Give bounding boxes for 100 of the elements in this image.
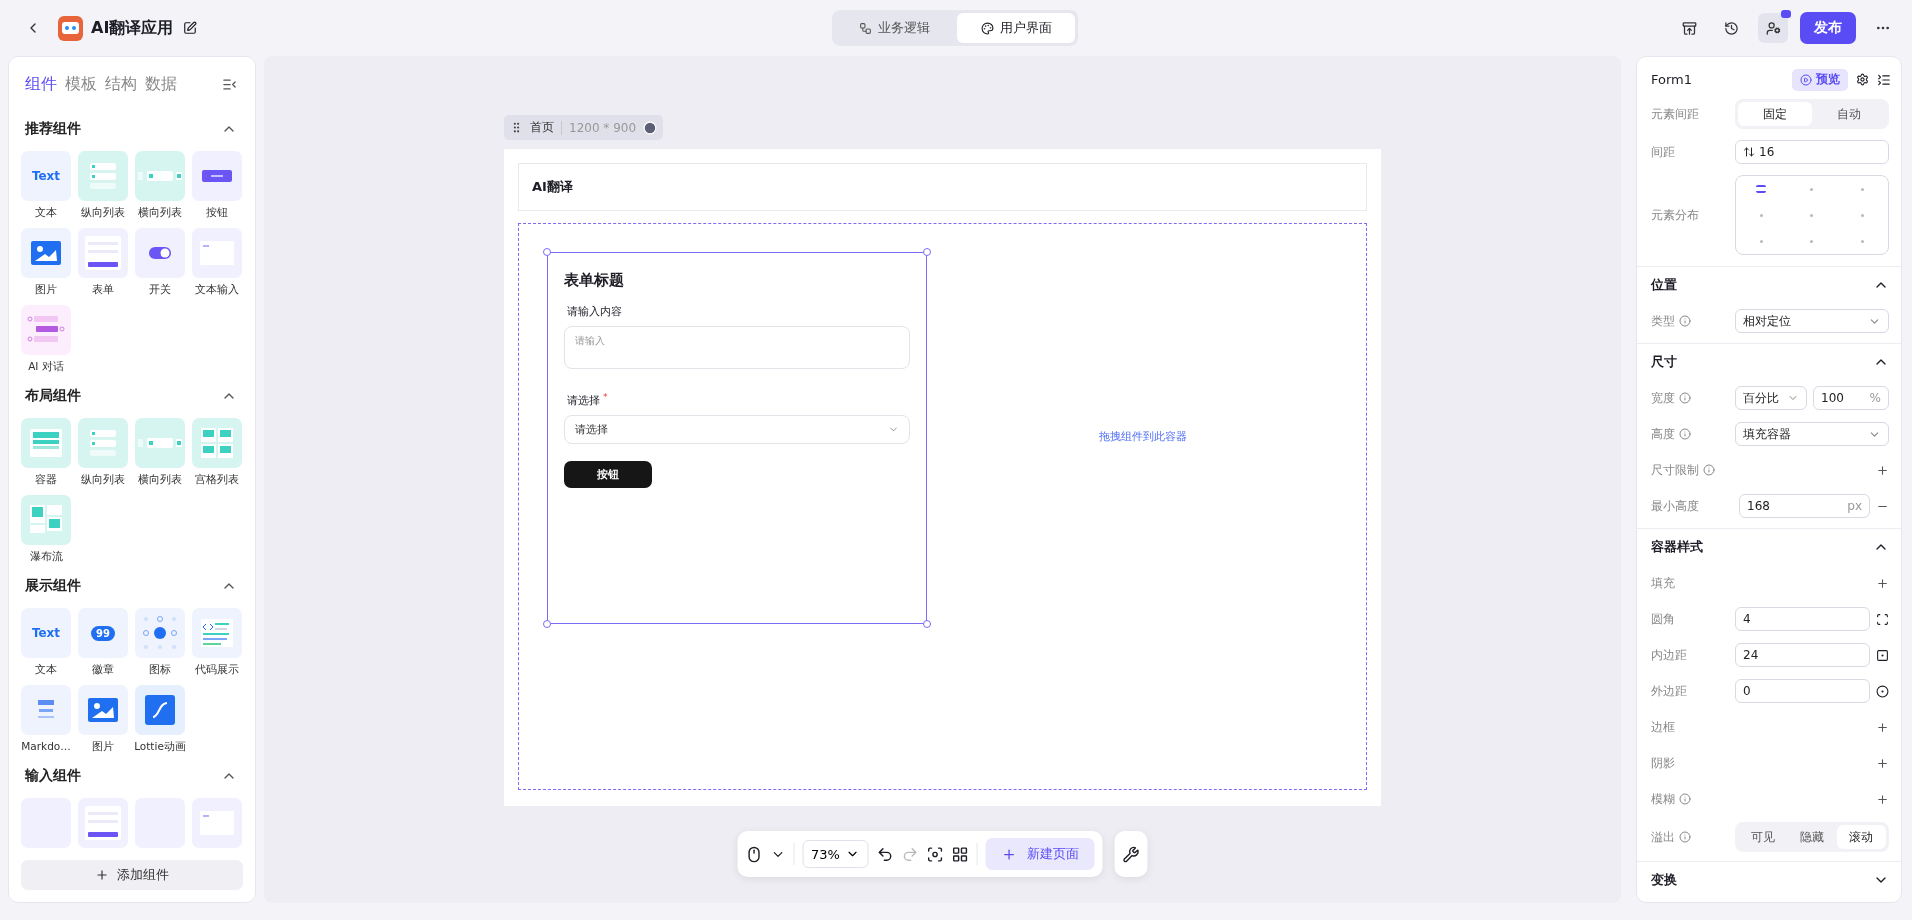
user-gear-icon (1765, 20, 1781, 36)
number-input[interactable]: 4 (1735, 607, 1870, 631)
play-icon[interactable] (643, 120, 658, 135)
component-thumbnail[interactable]: 99 (78, 608, 128, 658)
segment-option[interactable]: 隐藏 (1787, 825, 1837, 849)
wrench-icon[interactable] (1122, 845, 1140, 863)
component-thumbnail[interactable] (21, 418, 71, 468)
property-label: 内边距 (1651, 646, 1687, 664)
new-page-button[interactable]: 新建页面 (985, 838, 1095, 870)
component-label: 图片 (35, 283, 57, 297)
notification-badge (1781, 10, 1791, 18)
corners-icon[interactable] (1876, 612, 1889, 626)
component-thumbnail[interactable] (192, 228, 242, 278)
component-label: 开关 (149, 283, 171, 297)
form-button[interactable]: 按钮 (564, 461, 652, 488)
curve-icon (145, 695, 175, 725)
property-label: 圆角 (1651, 610, 1675, 628)
number-input[interactable]: 24 (1735, 643, 1870, 667)
component-thumbnail[interactable] (192, 608, 242, 658)
add-icon[interactable] (1876, 463, 1889, 477)
component-thumbnail[interactable] (135, 685, 185, 735)
tools-button[interactable] (1114, 831, 1148, 877)
fit-screen-icon[interactable] (926, 845, 944, 863)
component-thumbnail[interactable] (135, 418, 185, 468)
property-label: 类型 (1651, 312, 1675, 330)
component-thumbnail[interactable] (192, 798, 242, 848)
settings-icon[interactable] (1856, 73, 1869, 86)
form-thumbnail-icon (85, 806, 121, 840)
select-field[interactable]: 填充容器 (1735, 422, 1889, 446)
property-label: 元素间距 (1651, 105, 1699, 123)
component-thumbnail[interactable] (135, 608, 185, 658)
mode-tab[interactable]: 业务逻辑 (835, 13, 953, 43)
zoom-select[interactable]: 73% (802, 840, 869, 868)
component-thumbnail[interactable] (78, 228, 128, 278)
page-name: 首页 (530, 119, 554, 136)
spacing-icon (1743, 146, 1755, 158)
segment-option[interactable]: 滚动 (1836, 825, 1886, 849)
property-label: 宽度 (1651, 389, 1675, 407)
component-thumbnail[interactable] (78, 685, 128, 735)
resize-handle[interactable] (543, 620, 551, 628)
list-thumbnail-icon (87, 427, 119, 459)
component-thumbnail[interactable] (21, 685, 71, 735)
add-icon[interactable] (1876, 720, 1889, 734)
collaborators-button[interactable] (1758, 13, 1788, 43)
component-thumbnail[interactable]: Text (21, 608, 71, 658)
component-thumbnail[interactable] (21, 305, 71, 355)
form-title: 表单标题 (564, 271, 625, 290)
panel-tab[interactable]: 数据 (145, 73, 177, 95)
margin-icon[interactable] (1876, 684, 1889, 698)
spacing-input[interactable]: 16 (1735, 140, 1889, 164)
archive-icon (1681, 20, 1697, 36)
add-icon[interactable] (1876, 576, 1889, 590)
select-field[interactable]: 百分比 (1735, 386, 1807, 410)
segment-option[interactable]: 自动 (1812, 102, 1886, 126)
component-label: 图标 (149, 663, 171, 677)
add-icon[interactable] (1876, 792, 1889, 806)
select-field[interactable]: 请选择 (564, 415, 910, 444)
app-title: AI翻译应用 (91, 17, 174, 39)
panel-tab[interactable]: 结构 (105, 73, 137, 95)
select-field[interactable]: 相对定位 (1735, 309, 1889, 333)
segment-option[interactable]: 可见 (1738, 825, 1788, 849)
component-thumbnail[interactable] (192, 151, 242, 201)
add-component-button[interactable]: 添加组件 (21, 860, 243, 890)
component-thumbnail[interactable] (78, 798, 128, 848)
play-icon (1800, 73, 1812, 86)
publish-button[interactable]: 发布 (1800, 12, 1856, 44)
property-label: 边框 (1651, 718, 1675, 736)
component-thumbnail[interactable] (21, 228, 71, 278)
add-icon[interactable] (1876, 756, 1889, 770)
component-thumbnail[interactable]: Text (21, 151, 71, 201)
component-thumbnail[interactable] (135, 228, 185, 278)
segment-option[interactable]: 固定 (1738, 102, 1812, 126)
preview-button[interactable]: 预览 (1792, 68, 1848, 91)
panel-tab[interactable]: 组件 (25, 73, 57, 95)
resize-handle[interactable] (923, 620, 931, 628)
mode-tab[interactable]: 用户界面 (957, 13, 1075, 43)
edit-icon[interactable] (183, 21, 198, 35)
panel-tab[interactable]: 模板 (65, 73, 97, 95)
input-thumbnail-icon (200, 811, 234, 835)
collapse-panel-icon[interactable] (222, 76, 237, 92)
undo-icon[interactable] (876, 845, 894, 863)
property-label: 最小高度 (1651, 497, 1699, 515)
component-label: 横向列表 (138, 473, 182, 487)
number-input[interactable]: 168 px (1739, 494, 1870, 518)
padding-icon[interactable] (1876, 648, 1889, 662)
component-thumbnail[interactable] (78, 418, 128, 468)
grid-icon[interactable] (951, 845, 969, 863)
resize-handle[interactable] (923, 248, 931, 256)
form-thumbnail-icon (85, 236, 121, 270)
number-input[interactable]: 100 % (1813, 386, 1889, 410)
expand-panel-icon[interactable] (1877, 72, 1891, 87)
page-chip[interactable]: 首页 1200 * 900 (504, 115, 664, 140)
component-thumbnail[interactable] (192, 418, 242, 468)
section-title: 布局组件 (25, 387, 81, 405)
component-thumbnail[interactable] (21, 495, 71, 545)
component-thumbnail[interactable] (135, 151, 185, 201)
resize-handle[interactable] (543, 248, 551, 256)
component-thumbnail[interactable] (78, 151, 128, 201)
number-input[interactable]: 0 (1735, 679, 1870, 703)
mouse-icon[interactable] (745, 845, 763, 863)
